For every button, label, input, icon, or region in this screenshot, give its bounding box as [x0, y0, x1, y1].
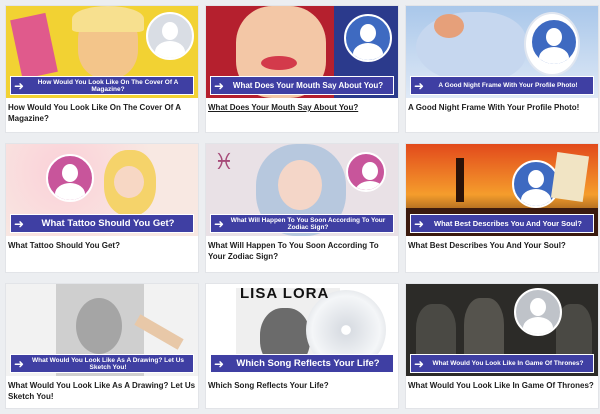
- quiz-banner: ➜ What Will Happen To You Soon According…: [210, 214, 394, 233]
- paper-scroll-illustration: [550, 151, 590, 203]
- pisces-symbol-icon: ♓: [214, 150, 234, 175]
- silhouette-illustration: [456, 158, 464, 202]
- quiz-title-link[interactable]: What Would You Look Like In Game Of Thro…: [406, 376, 598, 391]
- arrow-right-icon: ➜: [213, 356, 225, 371]
- quiz-card-song[interactable]: LISA LORA ➜ Which Song Reflects Your Lif…: [206, 284, 398, 408]
- quiz-thumbnail[interactable]: ♓ ➜ What Will Happen To You Soon Accordi…: [206, 144, 398, 236]
- profile-placeholder-icon: [530, 18, 578, 66]
- quiz-title-link[interactable]: What Will Happen To You Soon According T…: [206, 236, 398, 262]
- quiz-thumbnail[interactable]: ➜ What Would You Look Like In Game Of Th…: [406, 284, 598, 376]
- quiz-card-soul[interactable]: ➜ What Best Describes You And Your Soul?…: [406, 144, 598, 272]
- face-illustration: [278, 160, 322, 210]
- arrow-right-icon: ➜: [213, 216, 225, 231]
- banner-text: What Best Describes You And Your Soul?: [434, 219, 582, 228]
- quiz-title-link[interactable]: What Tattoo Should You Get?: [6, 236, 198, 251]
- quiz-card-magazine[interactable]: ➜ How Would You Look Like On The Cover O…: [6, 6, 198, 132]
- quiz-title-link[interactable]: What Would You Look Like As A Drawing? L…: [6, 376, 198, 402]
- quiz-card-tattoo[interactable]: ➜ What Tattoo Should You Get? What Tatto…: [6, 144, 198, 272]
- quiz-card-good-night[interactable]: ➜ A Good Night Frame With Your Profile P…: [406, 6, 598, 132]
- quiz-thumbnail[interactable]: ➜ What Tattoo Should You Get?: [6, 144, 198, 236]
- cloud-illustration: [416, 12, 526, 82]
- arrow-right-icon: ➜: [13, 356, 25, 371]
- quiz-thumbnail[interactable]: ➜ How Would You Look Like On The Cover O…: [6, 6, 198, 98]
- quiz-thumbnail[interactable]: ➜ What Best Describes You And Your Soul?: [406, 144, 598, 236]
- quiz-banner: ➜ What Tattoo Should You Get?: [10, 214, 194, 233]
- arrow-right-icon: ➜: [413, 356, 425, 371]
- quiz-banner: ➜ Which Song Reflects Your Life?: [210, 354, 394, 373]
- sketch-face-illustration: [76, 298, 122, 354]
- profile-placeholder-icon: [146, 12, 194, 60]
- quiz-card-game-of-thrones[interactable]: ➜ What Would You Look Like In Game Of Th…: [406, 284, 598, 408]
- arrow-right-icon: ➜: [413, 78, 425, 93]
- arrow-right-icon: ➜: [413, 216, 425, 231]
- quiz-title-link[interactable]: What Does Your Mouth Say About You?: [206, 98, 398, 113]
- hair-illustration: [72, 6, 144, 32]
- quiz-banner: ➜ How Would You Look Like On The Cover O…: [10, 76, 194, 95]
- profile-placeholder-icon: [346, 152, 386, 192]
- quiz-thumbnail[interactable]: ➜ What Would You Look Like As A Drawing?…: [6, 284, 198, 376]
- quiz-banner: ➜ What Best Describes You And Your Soul?: [410, 214, 594, 233]
- quiz-banner: ➜ What Would You Look Like In Game Of Th…: [410, 354, 594, 373]
- quiz-thumbnail[interactable]: ➜ What Does Your Mouth Say About You?: [206, 6, 398, 98]
- arrow-right-icon: ➜: [13, 78, 25, 93]
- album-title: LISA LORA: [240, 285, 330, 302]
- banner-text: What Would You Look Like In Game Of Thro…: [432, 360, 584, 367]
- banner-text: What Tattoo Should You Get?: [41, 218, 175, 229]
- quiz-title-link[interactable]: How Would You Look Like On The Cover Of …: [6, 98, 198, 124]
- quiz-title-link[interactable]: Which Song Reflects Your Life?: [206, 376, 398, 391]
- quiz-card-mouth[interactable]: ➜ What Does Your Mouth Say About You? Wh…: [206, 6, 398, 132]
- banner-text: What Does Your Mouth Say About You?: [232, 81, 384, 90]
- quiz-card-zodiac[interactable]: ♓ ➜ What Will Happen To You Soon Accordi…: [206, 144, 398, 272]
- quiz-banner: ➜ A Good Night Frame With Your Profile P…: [410, 76, 594, 95]
- banner-text: Which Song Reflects Your Life?: [236, 358, 380, 369]
- quiz-banner: ➜ What Does Your Mouth Say About You?: [210, 76, 394, 95]
- quiz-thumbnail[interactable]: ➜ A Good Night Frame With Your Profile P…: [406, 6, 598, 98]
- lips-illustration: [261, 56, 297, 70]
- arrow-right-icon: ➜: [13, 216, 25, 231]
- arrow-right-icon: ➜: [213, 78, 225, 93]
- banner-text: A Good Night Frame With Your Profile Pho…: [438, 82, 578, 89]
- banner-text: How Would You Look Like On The Cover Of …: [37, 78, 179, 93]
- magazine-cover-illustration: [10, 12, 58, 80]
- quiz-title-link[interactable]: A Good Night Frame With Your Profile Pho…: [406, 98, 598, 113]
- quiz-grid: ➜ How Would You Look Like On The Cover O…: [0, 0, 600, 414]
- profile-placeholder-icon: [344, 14, 392, 62]
- quiz-banner: ➜ What Would You Look Like As A Drawing?…: [10, 354, 194, 373]
- girl-illustration: [434, 14, 464, 38]
- face-illustration: [114, 166, 144, 198]
- profile-placeholder-icon: [46, 154, 94, 202]
- banner-text: What Would You Look Like As A Drawing? L…: [31, 356, 185, 371]
- banner-text: What Will Happen To You Soon According T…: [230, 216, 386, 231]
- quiz-thumbnail[interactable]: LISA LORA ➜ Which Song Reflects Your Lif…: [206, 284, 398, 376]
- profile-placeholder-icon: [514, 288, 562, 336]
- quiz-card-drawing[interactable]: ➜ What Would You Look Like As A Drawing?…: [6, 284, 198, 408]
- quiz-title-link[interactable]: What Best Describes You And Your Soul?: [406, 236, 598, 251]
